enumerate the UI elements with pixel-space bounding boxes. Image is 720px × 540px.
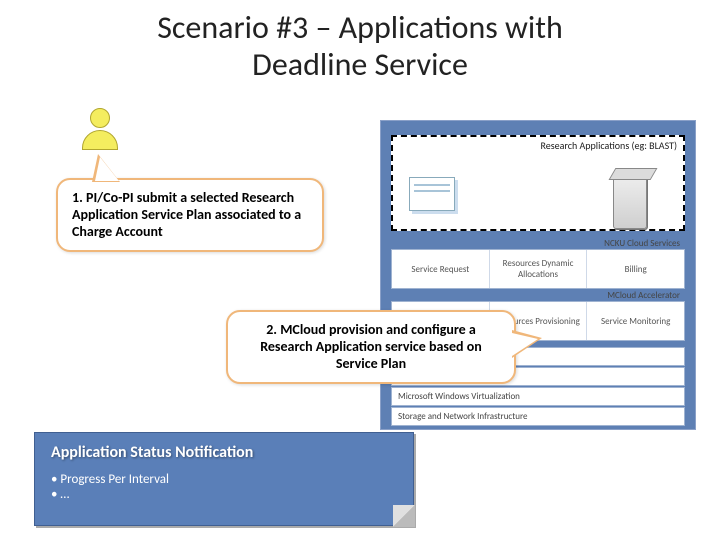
stack-row-virt: Microsoft Windows Virtualization: [391, 387, 685, 406]
resources-alloc-cell: Resources Dynamic Allocations: [490, 250, 588, 288]
service-request-cell: Service Request: [392, 250, 490, 288]
notification-panel: Application Status Notification Progress…: [34, 432, 414, 526]
accelerator-label: MCloud Accelerator: [607, 290, 680, 301]
pi-user-icon: [78, 108, 122, 152]
billing-cell: Billing: [587, 250, 684, 288]
notification-item-1: Progress Per Interval: [51, 472, 397, 487]
slide-title: Scenario #3 – Applications with Deadline…: [0, 10, 720, 84]
callout-step-1: 1. PI/Co-PI submit a selected Research A…: [56, 178, 324, 252]
cloud-services-row: NCKU Cloud Services Service Request Reso…: [391, 249, 685, 289]
callout-1-tail: [92, 154, 120, 182]
notification-heading: Application Status Notification: [51, 443, 397, 462]
callout-step-2: 2. MCloud provision and configure a Rese…: [226, 310, 516, 384]
callout-2-tail: [512, 330, 542, 358]
callout-2-text: 2. MCloud provision and configure a Rese…: [260, 321, 482, 372]
service-monitor-cell: Service Monitoring: [587, 302, 684, 340]
cloud-services-label: NCKU Cloud Services: [604, 238, 680, 249]
server-icon: [613, 173, 647, 229]
page-fold-icon: [393, 505, 415, 527]
title-line1: Scenario #3 – Applications with: [0, 10, 720, 47]
research-apps-label: Research Applications (eg: BLAST): [541, 139, 678, 152]
document-icon: [409, 177, 455, 211]
notification-list: Progress Per Interval …: [51, 472, 397, 502]
notification-item-2: …: [51, 487, 397, 502]
title-line2: Deadline Service: [0, 47, 720, 84]
callout-1-text: 1. PI/Co-PI submit a selected Research A…: [72, 189, 301, 240]
research-apps-box: Research Applications (eg: BLAST): [391, 135, 685, 231]
stack-row-storage: Storage and Network Infrastructure: [391, 407, 685, 426]
